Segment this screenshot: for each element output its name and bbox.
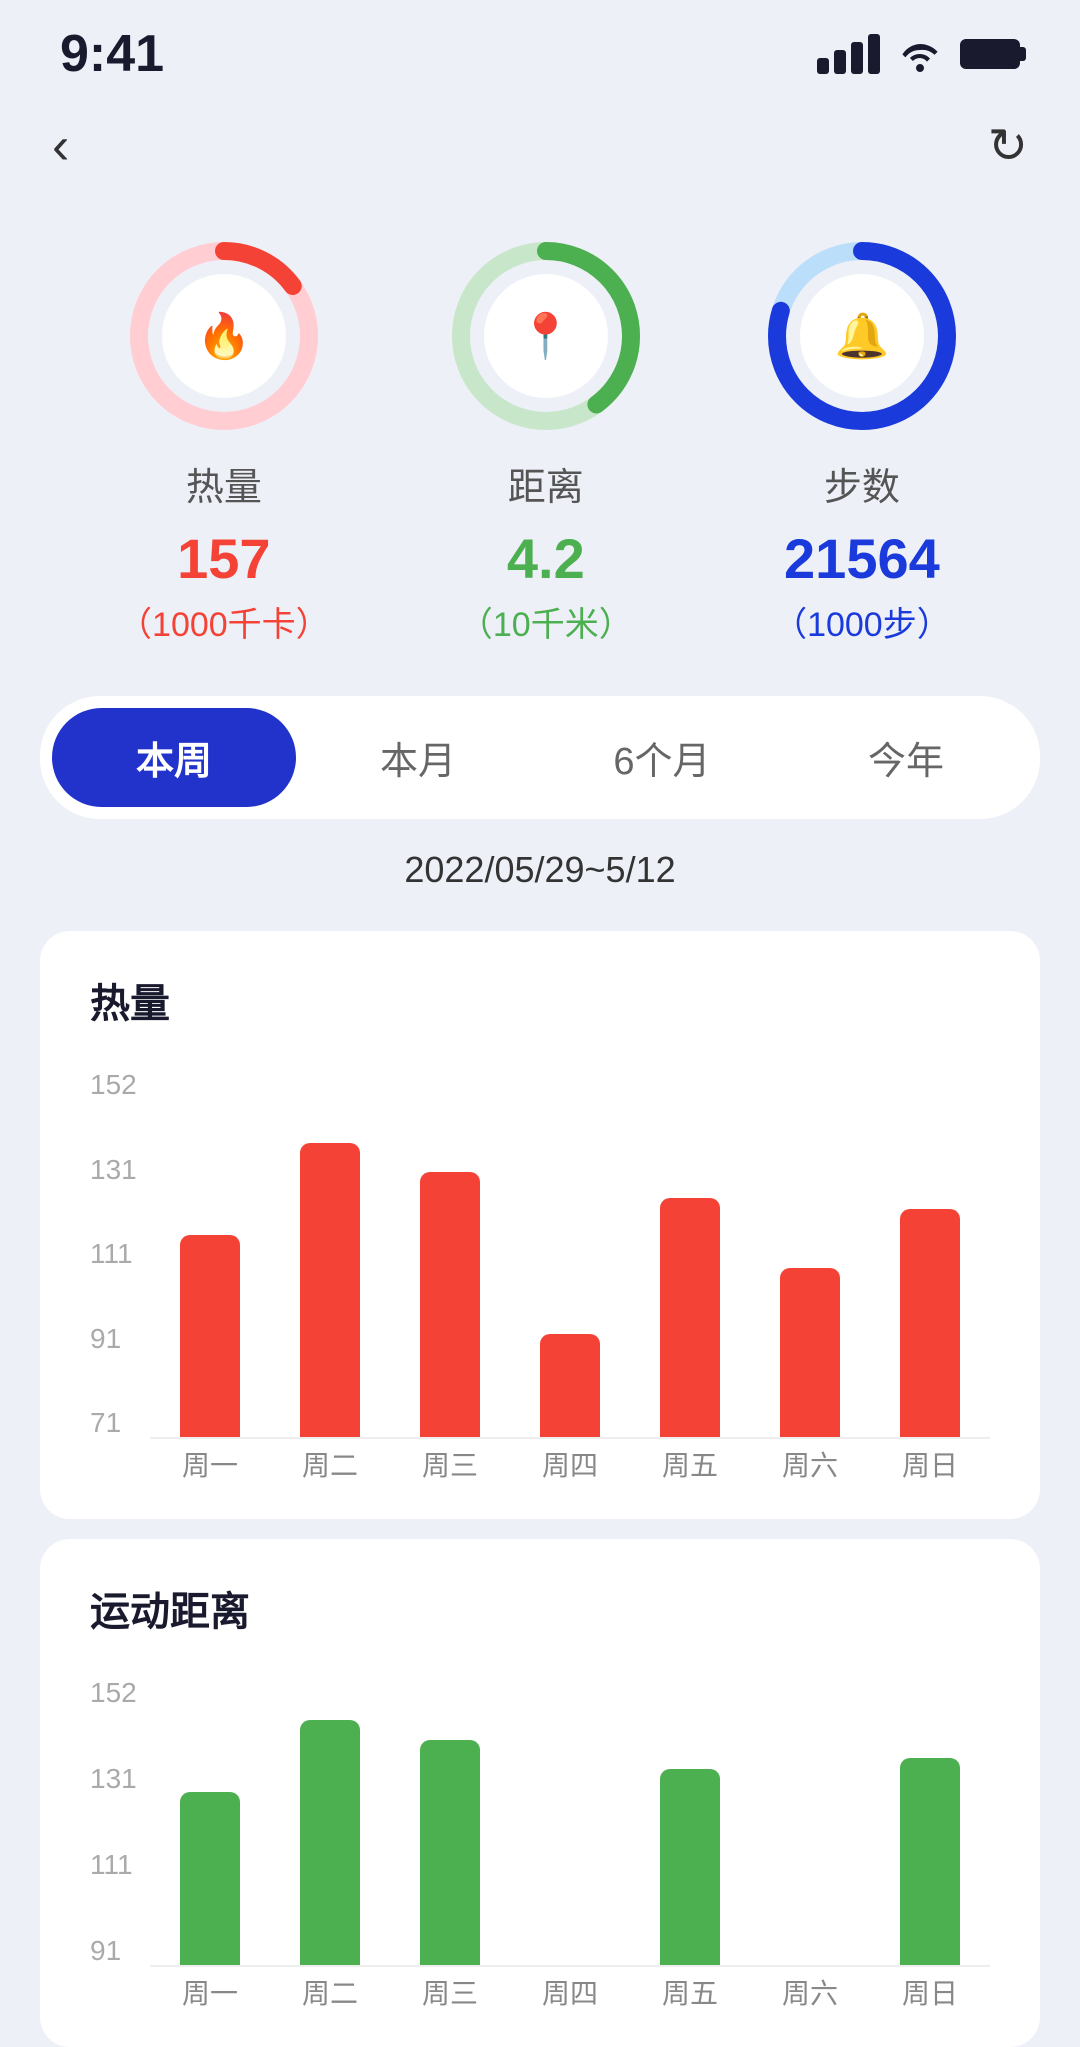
calories-y-labels: 152 131 111 91 71 (90, 1069, 137, 1439)
calories-ring: 🔥 (124, 236, 324, 436)
bar-tue (300, 1143, 360, 1437)
dx-label-sun: 周日 (902, 1972, 958, 2012)
dbar-sun (900, 1758, 960, 1965)
dbar-group-wed (420, 1677, 480, 1965)
x-label-wed: 周三 (422, 1444, 478, 1484)
dy-label-1: 152 (90, 1677, 137, 1709)
signal-icon (817, 34, 880, 74)
calories-chart-card: 热量 152 131 111 91 71 (40, 931, 1040, 1519)
stat-steps: 🔔 步数 21564 （1000步） (762, 236, 962, 646)
dbar-wed (420, 1740, 480, 1965)
bar-group-thu (540, 1069, 600, 1437)
bar-group-wed (420, 1069, 480, 1437)
dy-label-3: 111 (90, 1849, 137, 1881)
dbar-mon (180, 1792, 240, 1965)
x-label-mon: 周一 (182, 1444, 238, 1484)
tab-bar: 本周 本月 6个月 今年 (40, 696, 1040, 819)
calories-x-labels: 周一 周二 周三 周四 周五 周六 周日 (150, 1439, 990, 1489)
dbar-fri (660, 1769, 720, 1965)
dbar-group-fri (660, 1677, 720, 1965)
status-bar: 9:41 (0, 0, 1080, 96)
date-range: 2022/05/29~5/12 (0, 819, 1080, 911)
distance-value: 4.2 (507, 531, 585, 587)
dx-label-sat: 周六 (782, 1972, 838, 2012)
status-icons (817, 32, 1020, 76)
steps-label: 步数 (824, 456, 900, 511)
steps-target: （1000步） (773, 597, 951, 646)
steps-ring: 🔔 (762, 236, 962, 436)
dx-label-wed: 周三 (422, 1972, 478, 2012)
bar-group-sat (780, 1069, 840, 1437)
bar-group-tue (300, 1069, 360, 1437)
y-label-2: 131 (90, 1154, 137, 1186)
dx-label-fri: 周五 (662, 1972, 718, 2012)
dy-label-4: 91 (90, 1935, 137, 1967)
y-label-1: 152 (90, 1069, 137, 1101)
x-label-sun: 周日 (902, 1444, 958, 1484)
distance-x-labels: 周一 周二 周三 周四 周五 周六 周日 (150, 1967, 990, 2017)
distance-chart-title: 运动距离 (90, 1579, 990, 1637)
calories-label: 热量 (186, 456, 262, 511)
x-label-tue: 周二 (302, 1444, 358, 1484)
status-time: 9:41 (60, 24, 164, 84)
distance-y-labels: 152 131 111 91 (90, 1677, 137, 1967)
calories-icon: 🔥 (179, 291, 269, 381)
tab-month[interactable]: 本月 (296, 708, 540, 807)
calories-target: （1000千卡） (118, 597, 330, 646)
bar-thu (540, 1334, 600, 1437)
battery-icon (960, 39, 1020, 69)
refresh-button[interactable]: ↻ (988, 118, 1028, 174)
stat-distance: 📍 距离 4.2 （10千米） (446, 236, 646, 646)
dbar-group-thu (540, 1677, 600, 1965)
distance-ring: 📍 (446, 236, 646, 436)
wifi-icon (898, 32, 942, 76)
stats-section: 🔥 热量 157 （1000千卡） 📍 距离 4.2 （10千米） 🔔 (0, 196, 1080, 696)
distance-target: （10千米） (459, 597, 633, 646)
dbar-group-sat (780, 1677, 840, 1965)
x-label-fri: 周五 (662, 1444, 718, 1484)
calories-value: 157 (177, 531, 270, 587)
tab-week[interactable]: 本周 (52, 708, 296, 807)
bar-sat (780, 1268, 840, 1437)
bar-group-fri (660, 1069, 720, 1437)
back-button[interactable]: ‹ (52, 116, 69, 176)
dbar-group-tue (300, 1677, 360, 1965)
dbar-group-mon (180, 1677, 240, 1965)
stat-calories: 🔥 热量 157 （1000千卡） (118, 236, 330, 646)
dx-label-thu: 周四 (542, 1972, 598, 2012)
bar-wed (420, 1172, 480, 1437)
steps-icon: 🔔 (817, 291, 907, 381)
y-label-5: 71 (90, 1407, 137, 1439)
dx-label-mon: 周一 (182, 1972, 238, 2012)
x-label-sat: 周六 (782, 1444, 838, 1484)
distance-bars (150, 1677, 990, 1967)
bar-fri (660, 1198, 720, 1437)
calories-chart-area: 152 131 111 91 71 (90, 1069, 990, 1489)
dbar-group-sun (900, 1677, 960, 1965)
tab-sixmonth[interactable]: 6个月 (540, 708, 784, 807)
distance-icon: 📍 (501, 291, 591, 381)
dx-label-tue: 周二 (302, 1972, 358, 2012)
steps-value: 21564 (784, 531, 940, 587)
calories-chart-title: 热量 (90, 971, 990, 1029)
calories-bars (150, 1069, 990, 1439)
distance-chart-area: 152 131 111 91 (90, 1677, 990, 2017)
bar-sun (900, 1209, 960, 1437)
dbar-tue (300, 1720, 360, 1965)
tab-year[interactable]: 今年 (784, 708, 1028, 807)
y-label-3: 111 (90, 1238, 137, 1270)
y-label-4: 91 (90, 1323, 137, 1355)
bar-mon (180, 1235, 240, 1437)
bar-group-mon (180, 1069, 240, 1437)
bar-group-sun (900, 1069, 960, 1437)
dy-label-2: 131 (90, 1763, 137, 1795)
nav-bar: ‹ ↻ (0, 96, 1080, 196)
x-label-thu: 周四 (542, 1444, 598, 1484)
distance-chart-card: 运动距离 152 131 111 91 (40, 1539, 1040, 2047)
distance-label: 距离 (508, 456, 584, 511)
